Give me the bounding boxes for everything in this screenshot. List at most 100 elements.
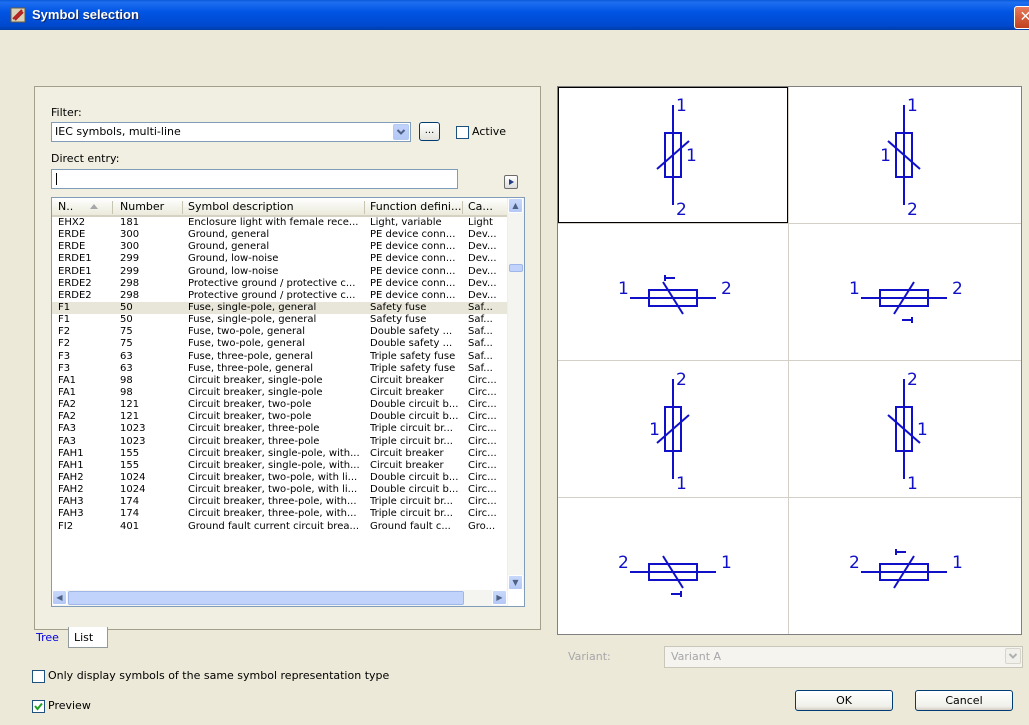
direct-entry-input[interactable] — [51, 169, 458, 189]
variant-dropdown[interactable]: Variant A — [664, 646, 1023, 668]
close-button[interactable]: ✕ — [1014, 6, 1029, 29]
list-item[interactable]: ERDE1 299 Ground, low-noise PE device conn.… — [52, 266, 508, 278]
cell-name: FI2 — [58, 520, 74, 532]
cell-number: 75 — [120, 338, 133, 350]
list-item[interactable]: ERDE2 298 Protective ground / protective c… — [52, 290, 508, 302]
scroll-thumb-vertical[interactable] — [509, 264, 523, 272]
symbol-variant-cell[interactable]: 12 — [789, 224, 1019, 360]
cell-function: PE device conn... — [370, 277, 456, 289]
list-item[interactable]: F1 50 Fuse, single-pole, general Safety fus… — [52, 314, 508, 326]
list-item[interactable]: FA1 98 Circuit breaker, single-pole Circuit… — [52, 375, 508, 387]
window-title: Symbol selection — [32, 7, 139, 22]
play-icon — [509, 179, 514, 185]
cell-name: EHX2 — [58, 217, 86, 228]
apply-entry-button[interactable] — [504, 175, 518, 189]
cancel-button[interactable]: Cancel — [915, 690, 1013, 711]
cell-name: ERDE1 — [58, 253, 92, 265]
column-header-function[interactable]: Function defini... — [370, 200, 461, 213]
symbol-list[interactable]: N.. Number Symbol description Function d… — [51, 197, 525, 607]
list-item[interactable]: FA3 1023 Circuit breaker, three-pole Triple… — [52, 423, 508, 435]
cell-function: Safety fuse — [370, 314, 427, 326]
cell-number: 1024 — [120, 484, 146, 496]
scroll-right-button[interactable]: ▶ — [492, 590, 507, 605]
cell-function: Triple safety fuse — [370, 350, 456, 362]
list-item[interactable]: EHX2 181 Enclosure light with female rece.… — [52, 217, 508, 229]
cell-category: Circ... — [468, 386, 497, 398]
tab-list-label: List — [74, 631, 94, 644]
symbol-variant-cell[interactable]: 12 — [558, 224, 788, 360]
list-item[interactable]: F1 50 Fuse, single-pole, general Safety fus… — [52, 301, 508, 315]
active-checkbox[interactable] — [456, 126, 469, 139]
cell-category: Circ... — [468, 471, 497, 483]
list-item[interactable]: ERDE2 298 Protective ground / protective c… — [52, 278, 508, 290]
filter-value: IEC symbols, multi-line — [55, 125, 181, 138]
column-header-name[interactable]: N.. — [58, 200, 73, 213]
cell-number: 50 — [120, 314, 133, 326]
vertical-scrollbar[interactable]: ▲ ▼ — [507, 198, 524, 590]
cell-function: PE device conn... — [370, 253, 456, 265]
connection-point-label: 2 — [676, 200, 687, 220]
column-header-category[interactable]: Ca... — [468, 200, 493, 213]
symbol-variant-cell[interactable]: 1 2 1 — [789, 87, 1019, 223]
list-item[interactable]: FA3 1023 Circuit breaker, three-pole Triple… — [52, 436, 508, 448]
cell-name: ERDE2 — [58, 289, 92, 301]
symbol-variant-cell[interactable]: 2 1 1 — [558, 361, 788, 497]
scroll-up-button[interactable]: ▲ — [508, 198, 523, 213]
horizontal-scrollbar[interactable]: ◀ ▶ — [52, 590, 508, 606]
cell-description: Circuit breaker, two-pole — [188, 411, 312, 423]
scroll-left-button[interactable]: ◀ — [52, 590, 67, 605]
connection-point-label: 2 — [907, 370, 918, 390]
list-item[interactable]: F2 75 Fuse, two-pole, general Double safety… — [52, 326, 508, 338]
chevron-down-icon[interactable] — [393, 124, 409, 140]
tab-tree[interactable]: Tree — [30, 628, 68, 648]
connection-point-label: 1 — [917, 420, 928, 440]
cell-name: FA1 — [58, 386, 77, 398]
symbol-variant-cell[interactable]: 2 1 1 — [789, 361, 1019, 497]
list-item[interactable]: FA2 121 Circuit breaker, two-pole Double ci… — [52, 399, 508, 411]
list-item[interactable]: F2 75 Fuse, two-pole, general Double safety… — [52, 338, 508, 350]
list-header: N.. Number Symbol description Function d… — [52, 198, 508, 217]
list-item[interactable]: FAH1 155 Circuit breaker, single-pole, wit… — [52, 448, 508, 460]
list-item[interactable]: FAH3 174 Circuit breaker, three-pole, with… — [52, 496, 508, 508]
cell-category: Saf... — [468, 338, 493, 350]
list-item[interactable]: ERDE 300 Ground, general PE device conn... D… — [52, 241, 508, 253]
list-item[interactable]: FAH3 174 Circuit breaker, three-pole, with… — [52, 508, 508, 520]
cell-category: Dev... — [468, 229, 497, 241]
cell-description: Ground, general — [188, 241, 270, 253]
fuse-symbol-icon: 21 — [849, 549, 963, 589]
preview-checkbox[interactable] — [32, 700, 45, 713]
column-header-description[interactable]: Symbol description — [188, 200, 294, 213]
list-item[interactable]: FAH2 1024 Circuit breaker, two-pole, with … — [52, 484, 508, 496]
list-item[interactable]: ERDE1 299 Ground, low-noise PE device conn.… — [52, 253, 508, 265]
same-type-checkbox[interactable] — [32, 670, 45, 683]
cell-name: FA3 — [58, 435, 77, 447]
list-item[interactable]: FI2 401 Ground fault current circuit brea.… — [52, 521, 508, 533]
cell-description: Ground fault current circuit brea... — [188, 520, 360, 532]
cell-category: Circ... — [468, 496, 497, 508]
list-item[interactable]: ERDE 300 Ground, general PE device conn... D… — [52, 229, 508, 241]
list-item[interactable]: FA1 98 Circuit breaker, single-pole Circuit… — [52, 387, 508, 399]
filter-dropdown[interactable]: IEC symbols, multi-line — [51, 122, 411, 142]
cell-name: FAH2 — [58, 484, 84, 496]
ok-button[interactable]: OK — [795, 690, 893, 711]
column-header-number[interactable]: Number — [120, 200, 164, 213]
cell-description: Circuit breaker, three-pole — [188, 423, 320, 435]
scroll-down-button[interactable]: ▼ — [508, 575, 523, 590]
symbol-variant-cell[interactable]: 1 2 1 — [558, 87, 788, 223]
cell-description: Circuit breaker, two-pole, with li... — [188, 471, 358, 483]
symbol-variant-cell[interactable]: 21 — [558, 498, 788, 634]
symbol-variant-cell[interactable]: 21 — [789, 498, 1019, 634]
filter-browse-button[interactable]: ... — [419, 122, 440, 141]
cell-category: Saf... — [468, 301, 493, 313]
list-item[interactable]: FA2 121 Circuit breaker, two-pole Double ci… — [52, 411, 508, 423]
tab-list[interactable]: List — [68, 627, 108, 648]
list-item[interactable]: FAH2 1024 Circuit breaker, two-pole, with … — [52, 472, 508, 484]
list-item[interactable]: F3 63 Fuse, three-pole, general Triple safe… — [52, 351, 508, 363]
list-item[interactable]: FAH1 155 Circuit breaker, single-pole, wit… — [52, 460, 508, 472]
title-bar: Symbol selection ✕ — [0, 0, 1029, 30]
list-item[interactable]: F3 63 Fuse, three-pole, general Triple safe… — [52, 363, 508, 375]
cell-name: F3 — [58, 350, 71, 362]
cell-number: 1023 — [120, 435, 146, 447]
scroll-thumb-horizontal[interactable] — [68, 591, 464, 605]
chevron-down-icon[interactable] — [1005, 648, 1021, 664]
